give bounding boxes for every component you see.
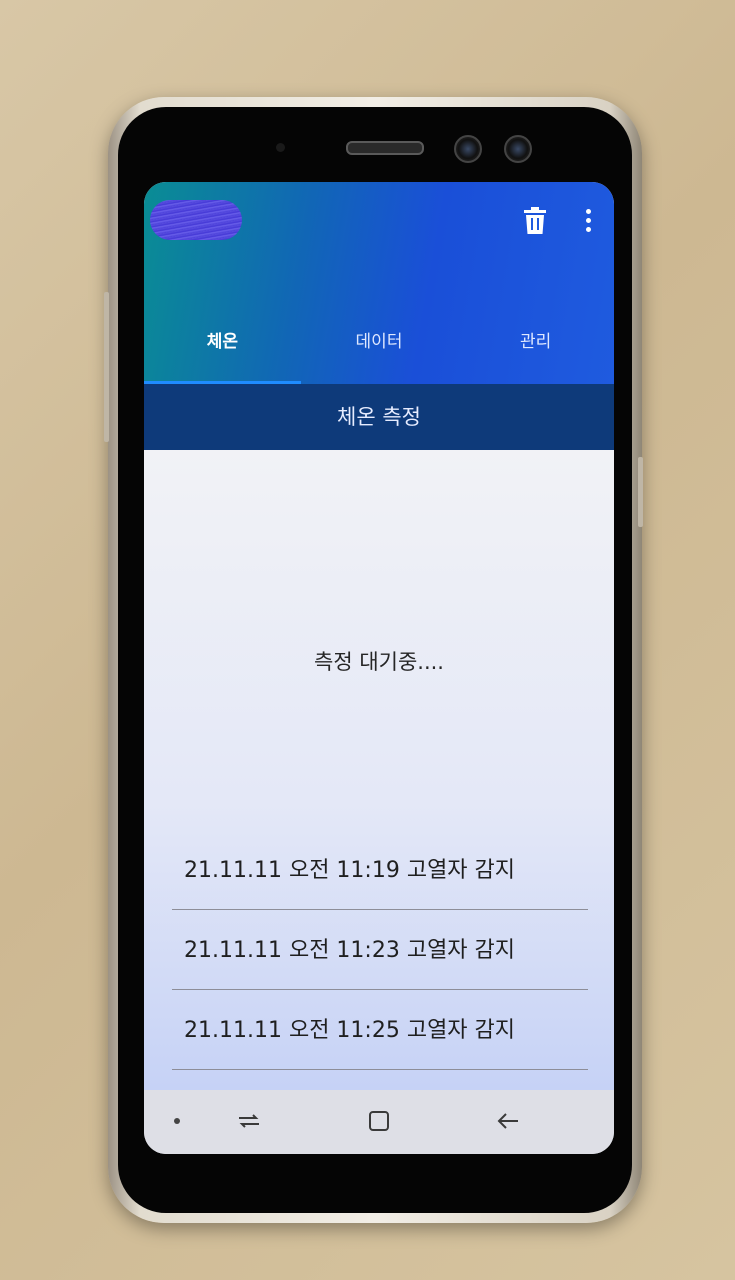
tab-manage[interactable]: 관리	[457, 314, 614, 384]
more-vert-icon[interactable]	[584, 209, 592, 237]
log-item[interactable]: 21.11.11 오전 11:19 고열자 감지	[172, 830, 588, 910]
front-camera-icon	[504, 135, 532, 163]
log-item-text: 21.11.11 오전 11:19 고열자 감지	[184, 858, 516, 883]
system-nav-bar	[144, 1090, 614, 1154]
nav-indicator-dot	[174, 1118, 180, 1124]
app-screen: 체온 데이터 관리 체온 측정 측정 대기중.... 21.11.11 오전 1…	[144, 182, 614, 1154]
recent-apps-icon[interactable]	[236, 1108, 262, 1134]
log-item-text: 21.11.11 오전 11:25 고열자 감지	[184, 1018, 516, 1043]
home-icon[interactable]	[366, 1108, 392, 1134]
back-icon[interactable]	[496, 1108, 522, 1134]
app-bar: 체온 데이터 관리	[144, 182, 614, 384]
measurement-panel: 측정 대기중.... 21.11.11 오전 11:19 고열자 감지 21.1…	[144, 450, 614, 1090]
tab-bar: 체온 데이터 관리	[144, 314, 614, 384]
tab-temperature[interactable]: 체온	[144, 314, 301, 384]
detection-log: 21.11.11 오전 11:19 고열자 감지 21.11.11 오전 11:…	[172, 830, 588, 1070]
earpiece-speaker	[346, 141, 424, 155]
section-title: 체온 측정	[144, 384, 614, 450]
log-item[interactable]: 21.11.11 오전 11:25 고열자 감지	[172, 990, 588, 1070]
trash-icon[interactable]	[524, 207, 546, 235]
volume-button	[104, 292, 109, 442]
power-button	[638, 457, 643, 527]
status-text: 측정 대기중....	[314, 650, 444, 674]
log-item[interactable]: 21.11.11 오전 11:23 고열자 감지	[172, 910, 588, 990]
iris-scanner-icon	[454, 135, 482, 163]
proximity-sensor	[276, 143, 285, 152]
tab-data[interactable]: 데이터	[301, 314, 458, 384]
phone-bezel: 체온 데이터 관리 체온 측정 측정 대기중.... 21.11.11 오전 1…	[118, 107, 632, 1213]
phone-device: 체온 데이터 관리 체온 측정 측정 대기중.... 21.11.11 오전 1…	[104, 97, 643, 1223]
log-item-text: 21.11.11 오전 11:23 고열자 감지	[184, 938, 516, 963]
app-logo-redacted	[150, 200, 242, 240]
